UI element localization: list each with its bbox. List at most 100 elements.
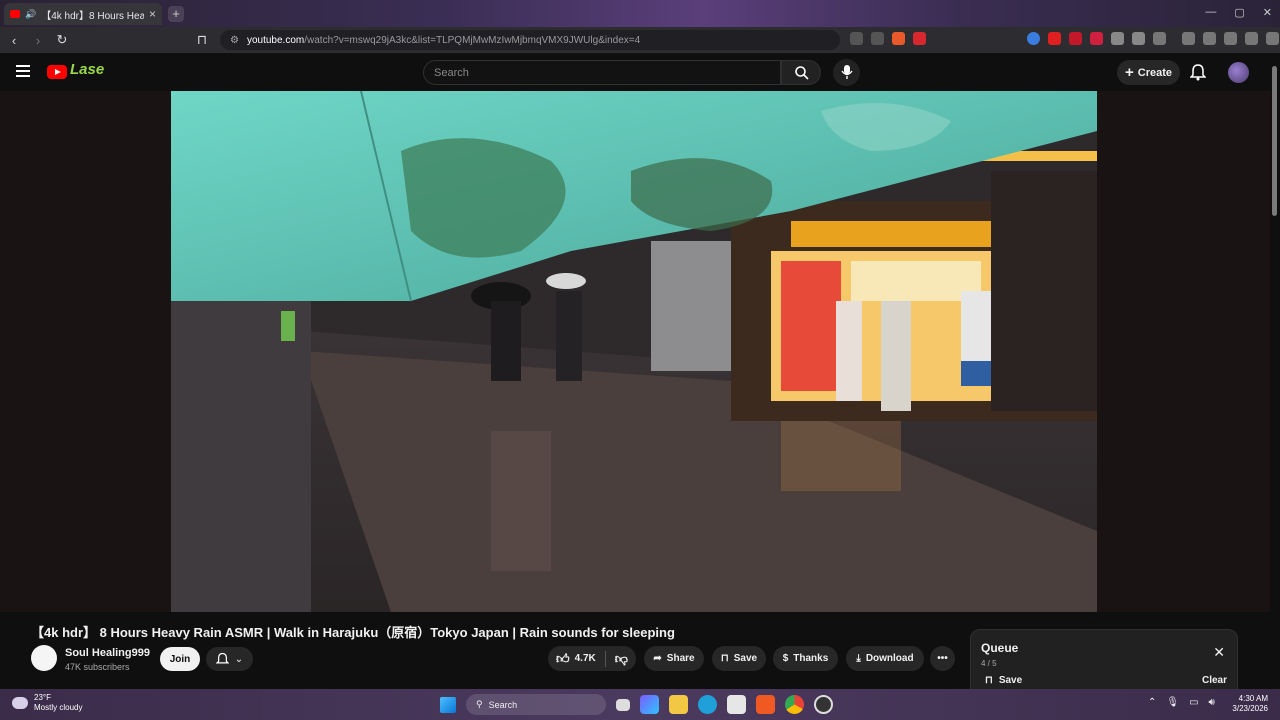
download-icon: ⤓	[856, 653, 861, 664]
save-button[interactable]: ⊓ Save	[712, 646, 766, 671]
back-icon[interactable]: ‹	[4, 33, 24, 48]
scrollbar-thumb[interactable]	[1272, 66, 1277, 216]
reload-icon[interactable]: ↻	[52, 32, 72, 48]
clock-date: 3/23/2026	[1232, 704, 1268, 713]
clock-time: 4:30 AM	[1238, 694, 1268, 703]
extension-1-icon[interactable]	[1027, 32, 1040, 45]
audio-playing-icon[interactable]: 🔊	[25, 9, 36, 20]
plus-icon: +	[1124, 64, 1134, 81]
address-bar[interactable]: ⚙ youtube.com/watch?v=mswq29jA3kc&list=T…	[220, 30, 840, 50]
extension-4-icon[interactable]	[1090, 32, 1103, 45]
mic-tray-icon[interactable]: 🎙︎	[1166, 697, 1179, 708]
sidebar-icon[interactable]	[1203, 32, 1216, 45]
volume-icon[interactable]: 🔊︎	[1209, 697, 1215, 708]
store-icon[interactable]	[727, 695, 746, 714]
browser-tab-active[interactable]: 🔊 【4k hdr】8 Hours Heavy Rain ×	[4, 3, 162, 25]
create-button[interactable]: + Create	[1117, 60, 1180, 85]
cloud-icon	[12, 697, 28, 709]
chrome-icon[interactable]	[785, 695, 804, 714]
task-view-icon[interactable]	[616, 698, 630, 711]
weather-widget[interactable]: 23°F Mostly cloudy	[12, 693, 82, 713]
queue-clear-button[interactable]: Clear	[1202, 675, 1227, 686]
youtube-doodle[interactable]: Lase	[70, 61, 104, 78]
weather-temperature: 23°F	[34, 693, 51, 702]
more-actions-button[interactable]: •••	[930, 646, 955, 671]
search-input[interactable]: Search	[423, 60, 781, 85]
extension-3-icon[interactable]	[1069, 32, 1082, 45]
vpn-icon[interactable]	[1266, 32, 1279, 45]
microphone-icon	[841, 65, 853, 79]
bookmark-icon: ⊓	[985, 675, 993, 686]
queue-save-button[interactable]: ⊓ Save	[985, 675, 1022, 686]
search-button[interactable]	[781, 60, 821, 85]
window-controls: — ▢ ✕	[1205, 6, 1272, 19]
download-button[interactable]: ⤓ Download	[846, 646, 924, 671]
browser-toolbar: ‹ › ↻ ⊓ ⚙ youtube.com/watch?v=mswq29jA3k…	[0, 27, 1280, 53]
extension-2-icon[interactable]	[1048, 32, 1061, 45]
maximize-icon[interactable]: ▢	[1234, 6, 1244, 19]
wallet-icon[interactable]	[1224, 32, 1237, 45]
subscription-notifications-button[interactable]: ⌄	[206, 647, 253, 671]
create-label: Create	[1137, 66, 1172, 79]
like-count: 4.7K	[574, 653, 596, 664]
join-button[interactable]: Join	[160, 647, 200, 671]
close-tab-icon[interactable]: ×	[149, 7, 156, 21]
video-player[interactable]	[171, 91, 1097, 612]
account-avatar[interactable]	[1228, 62, 1249, 83]
tab-title: 【4k hdr】8 Hours Heavy Rain	[41, 10, 144, 22]
url-host: youtube.com	[246, 34, 305, 46]
taskbar-clock[interactable]: 4:30 AM 3/23/2026	[1226, 694, 1268, 714]
minimize-icon[interactable]: —	[1205, 6, 1216, 19]
queue-position: 4 / 5	[981, 659, 997, 668]
youtube-favicon-icon	[10, 10, 20, 18]
search-icon: ⚲	[476, 699, 483, 709]
thanks-button[interactable]: $ Thanks	[773, 646, 838, 671]
extension-6-icon[interactable]	[1132, 32, 1145, 45]
file-explorer-icon[interactable]	[669, 695, 688, 714]
windows-taskbar: 23°F Mostly cloudy ⚲ Search ⌃ 🎙︎ ▭ 🔊︎ 4:…	[0, 689, 1280, 720]
weather-condition: Mostly cloudy	[34, 703, 83, 712]
share-page-icon[interactable]	[871, 32, 884, 45]
taskbar-search-label: Search	[488, 699, 518, 710]
taskbar-search[interactable]: ⚲ Search	[466, 694, 606, 715]
obs-icon[interactable]	[814, 695, 833, 714]
brave-rewards-icon[interactable]	[913, 32, 926, 45]
hamburger-menu-icon[interactable]	[16, 65, 30, 80]
extension-7-icon[interactable]	[1153, 32, 1166, 45]
display-icon[interactable]: ▭	[1189, 697, 1198, 708]
channel-name[interactable]: Soul Healing999	[65, 647, 150, 659]
system-tray: ⌃ 🎙︎ ▭ 🔊︎	[1148, 697, 1215, 708]
share-button[interactable]: ➦ Share	[644, 646, 704, 671]
voice-search-button[interactable]	[833, 59, 860, 86]
new-tab-button[interactable]: +	[168, 6, 184, 22]
extension-5-icon[interactable]	[1111, 32, 1124, 45]
extension-8-icon[interactable]	[1182, 32, 1195, 45]
copilot-icon[interactable]	[640, 695, 659, 714]
notifications-bell-icon[interactable]	[1190, 63, 1206, 81]
edge-icon[interactable]	[698, 695, 717, 714]
channel-avatar[interactable]	[31, 645, 57, 671]
extensions-bar	[1027, 32, 1280, 45]
cast-icon[interactable]	[850, 32, 863, 45]
search-icon	[795, 66, 809, 80]
close-window-icon[interactable]: ✕	[1263, 6, 1272, 19]
bookmark-icon[interactable]: ⊓	[192, 32, 212, 48]
share-icon: ➦	[653, 653, 662, 664]
close-queue-icon[interactable]: ✕	[1213, 644, 1225, 661]
show-hidden-icons[interactable]: ⌃	[1148, 697, 1156, 708]
queue-save-label: Save	[998, 675, 1023, 686]
brave-icon[interactable]	[756, 695, 775, 714]
queue-title: Queue	[981, 641, 1019, 655]
leo-ai-icon[interactable]	[1245, 32, 1258, 45]
windows-start-icon[interactable]	[440, 696, 456, 713]
youtube-logo[interactable]	[47, 65, 67, 79]
dislike-button[interactable]: 👎︎	[615, 651, 628, 667]
thumbs-up-icon: 👍︎	[556, 650, 570, 666]
youtube-header: Lase Search + Create	[0, 53, 1280, 91]
bookmark-icon: ⊓	[720, 653, 729, 664]
like-button[interactable]: 👍︎ 4.7K	[556, 651, 596, 667]
brave-shield-icon[interactable]	[892, 32, 905, 45]
site-info-icon[interactable]: ⚙	[230, 35, 239, 46]
save-label: Save	[733, 653, 758, 664]
forward-icon[interactable]: ›	[28, 33, 48, 48]
